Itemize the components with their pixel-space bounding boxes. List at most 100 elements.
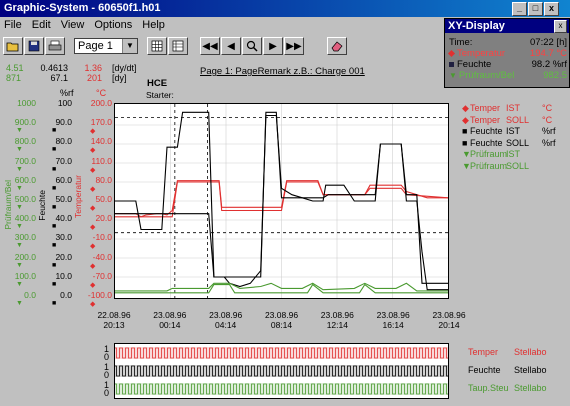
xy-display-window[interactable]: XY-Display x Time: 07:22 [h] Temperatur … — [444, 18, 570, 88]
axis-marker-icon: ▼ — [16, 261, 23, 269]
x-tick-date: 23.08.96 — [153, 310, 187, 320]
legend-name: Prüfraum — [470, 149, 508, 159]
open-folder-icon[interactable] — [3, 37, 23, 55]
x-tick-date: 23.08.96 — [320, 310, 354, 320]
legend-name: Temper — [470, 103, 501, 113]
legend-marker-icon: ▼ — [462, 160, 471, 171]
x-tick-label: 23.08.96 16:14 — [373, 310, 413, 330]
xy-row-feuchte: Feuchte 98.2 %rf — [449, 59, 567, 70]
legend-marker-icon: ◆ — [462, 114, 469, 125]
rewind-icon[interactable]: ◀◀ — [200, 37, 220, 55]
x-tick-date: 23.08.96 — [209, 310, 243, 320]
next-icon[interactable]: ▶ — [263, 37, 283, 55]
header-col1: 4.51 871 — [6, 63, 24, 83]
axis-marker-icon: ■ — [52, 280, 57, 288]
axis-marker-icon: ■ — [52, 165, 57, 173]
xy-row-value: 98.2 %rf — [531, 59, 567, 70]
close-button[interactable]: x — [544, 2, 559, 16]
legend-marker-icon: ■ — [462, 137, 468, 148]
axis-marker-icon: ■ — [52, 300, 57, 307]
x-tick-date: 23.08.96 — [264, 310, 299, 320]
xy-display-title[interactable]: XY-Display — [445, 19, 569, 33]
xy-display-close-button[interactable]: x — [554, 20, 567, 33]
header-units: [dy/dt] [dy] — [112, 63, 137, 83]
fast-forward-icon[interactable]: ▶▶ — [284, 37, 304, 55]
axis-marker-icon: ◆ — [90, 301, 96, 308]
digital-channel-names: Temper Stellabo Feuchte Stellabo Taup.Steu St… — [468, 343, 568, 399]
digital-channels-panel[interactable] — [114, 343, 449, 399]
zoom-icon[interactable] — [242, 37, 262, 55]
axis-label-pruefraum: Prüfraum/Bel — [3, 180, 13, 230]
legend-name: Temper — [470, 114, 501, 125]
eraser-icon[interactable] — [327, 37, 347, 55]
x-tick-date: 23.08.96 — [376, 310, 410, 320]
axis-marker-icon: ◆ — [90, 166, 96, 174]
legend-marker-icon: ◆ — [462, 103, 469, 113]
axis-marker-icon: ◆ — [90, 224, 96, 232]
save-disk-icon[interactable] — [24, 37, 44, 55]
xy-row-label: Time: — [449, 37, 473, 48]
axis-marker-icon: ▼ — [16, 127, 23, 135]
marker-subtitle: Starter: — [146, 90, 174, 100]
page-select-value: Page 1 — [78, 40, 113, 52]
axis-marker-icon: ■ — [52, 127, 57, 135]
menu-help[interactable]: Help — [142, 18, 165, 33]
legend-item: ■ Feuchte IST %rf — [462, 127, 568, 136]
header-unit: [dy] — [112, 73, 127, 83]
axis-marker-icon: ■ — [52, 261, 57, 269]
digital-channel-name: Taup.Steu — [468, 383, 509, 393]
x-tick-date: 23.08.96 — [432, 310, 466, 320]
legend-item: ▼PrüfraumIST — [462, 150, 568, 159]
xy-row-label: Temperatur — [457, 48, 506, 59]
digital-channel-label: Taup.Steu Stellabo — [468, 383, 547, 393]
axis-marker-icon: ■ — [52, 184, 57, 192]
header-col3: 1.36 201 — [80, 63, 102, 83]
maximize-button[interactable]: □ — [528, 2, 543, 16]
prev-icon[interactable]: ◀ — [221, 37, 241, 55]
menu-file[interactable]: File — [4, 18, 22, 33]
xy-row-value: 194.7 °C — [529, 48, 567, 59]
legend-item: ◆Temper IST °C — [462, 104, 568, 113]
header-col2: 0.4613 67.1 — [40, 63, 68, 83]
axis-marker-icon: ■ — [52, 146, 57, 154]
red-diamond-icon — [447, 49, 456, 58]
legend-unit: %rf — [542, 126, 556, 136]
y-tick-label: 90.0 — [55, 117, 72, 128]
axis-marker-icon: ◆ — [90, 205, 96, 212]
minimize-button[interactable]: _ — [512, 2, 527, 16]
print-icon[interactable] — [45, 37, 65, 55]
axis-marker-icon: ▼ — [16, 184, 23, 192]
digital-channel-name: Temper — [468, 347, 499, 357]
axis-marker-icon: ◆ — [90, 185, 96, 193]
y-tick-label: 200.0 — [14, 251, 36, 262]
y-tick-label: 100.0 — [14, 270, 36, 281]
axis-marker-icon: ▼ — [16, 204, 23, 211]
axis-marker-icon: ◆ — [90, 281, 96, 289]
x-tick-time: 04:14 — [215, 320, 237, 330]
y-tick-label: 140.0 — [90, 136, 112, 147]
chart-legend: ◆Temper IST °C ◆Temper SOLL °C ■ Feuchte IST %rf ■… — [462, 104, 568, 174]
y-tick-label: 60.0 — [55, 174, 72, 185]
x-tick-date: 22.08.96 — [97, 310, 131, 320]
x-tick-label: 23.08.96 08:14 — [262, 310, 302, 330]
marker-title: HCE — [147, 78, 168, 89]
digital-channel-type: Stellabo — [514, 365, 547, 375]
menu-options[interactable]: Options — [94, 18, 132, 33]
table-icon[interactable] — [168, 37, 188, 55]
axis-marker-icon: ◆ — [90, 147, 96, 155]
chart-plot-area[interactable] — [114, 103, 449, 299]
xy-row-label: Feuchte — [457, 59, 492, 70]
axis-marker-icon: ▼ — [16, 165, 23, 173]
unit-rf-label: %rf — [60, 88, 74, 98]
chevron-down-icon[interactable]: ▼ — [122, 39, 137, 53]
legend-unit: °C — [542, 103, 553, 113]
page-select[interactable]: Page 1 ▼ — [74, 38, 138, 54]
menu-view[interactable]: View — [61, 18, 85, 33]
digital-low-label: 0 — [104, 370, 110, 380]
menu-edit[interactable]: Edit — [32, 18, 51, 33]
legend-marker-icon: ■ — [462, 126, 468, 136]
grid-icon[interactable] — [147, 37, 167, 55]
digital-low-label: 0 — [104, 388, 110, 398]
y-tick-label: 800.0 — [14, 136, 36, 147]
legend-name: Feuchte — [470, 126, 503, 136]
